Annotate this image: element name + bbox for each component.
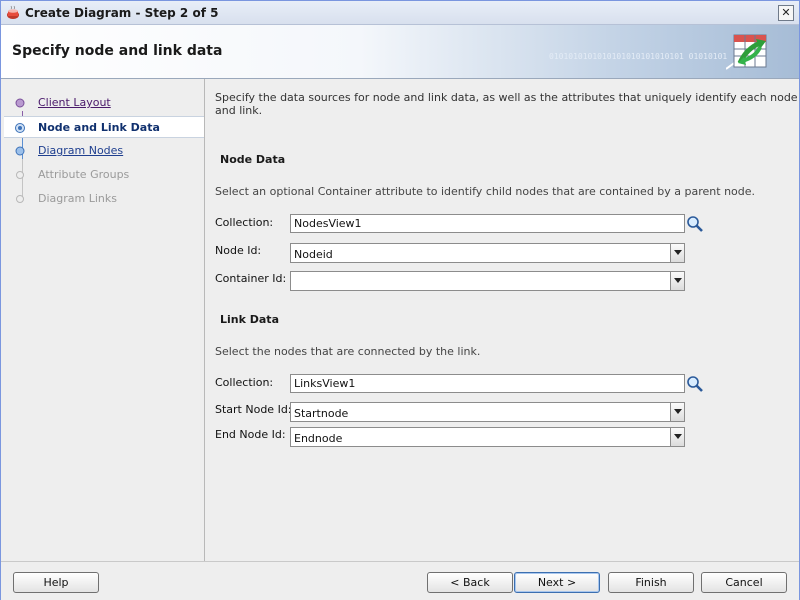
create-diagram-dialog: Create Diagram - Step 2 of 5 ✕ Specify n…: [0, 0, 800, 600]
chevron-down-icon: [674, 250, 682, 255]
link-collection-label: Collection:: [215, 376, 274, 389]
node-data-heading: Node Data: [220, 153, 286, 166]
header-decoration-binary: 0101010101010101010101010101 01010101: [549, 52, 728, 61]
next-button[interactable]: Next >: [514, 572, 600, 593]
node-id-select[interactable]: Nodeid: [290, 243, 685, 263]
start-node-id-select[interactable]: Startnode: [290, 402, 685, 422]
search-icon[interactable]: [686, 375, 704, 393]
start-node-id-value: Startnode: [294, 407, 349, 420]
title-bar[interactable]: Create Diagram - Step 2 of 5 ✕: [1, 1, 799, 25]
end-node-id-value: Endnode: [294, 432, 343, 445]
node-collection-field[interactable]: NodesView1: [290, 214, 685, 233]
wizard-steps-panel: Client Layout Node and Link Data Diagram…: [4, 79, 205, 561]
end-node-id-label: End Node Id:: [215, 428, 286, 441]
end-node-id-select[interactable]: Endnode: [290, 427, 685, 447]
search-icon[interactable]: [686, 215, 704, 233]
step-disabled-icon: [16, 195, 24, 203]
chevron-down-icon: [674, 434, 682, 439]
node-id-label: Node Id:: [215, 244, 262, 257]
end-node-dropdown-button[interactable]: [670, 428, 684, 446]
chevron-down-icon: [674, 409, 682, 414]
node-collection-label: Collection:: [215, 216, 274, 229]
step-label: Diagram Nodes: [38, 144, 124, 157]
cancel-button[interactable]: Cancel: [701, 572, 787, 593]
link-data-description: Select the nodes that are connected by t…: [215, 345, 481, 358]
help-button[interactable]: Help: [13, 572, 99, 593]
step-node-and-link-data[interactable]: Node and Link Data: [4, 116, 204, 138]
step-next-icon: [15, 146, 25, 156]
close-icon: ✕: [781, 6, 791, 19]
node-data-description: Select an optional Container attribute t…: [215, 185, 756, 198]
step-label: Diagram Links: [38, 192, 117, 205]
step-diagram-links: Diagram Links: [4, 188, 204, 210]
back-button[interactable]: < Back: [427, 572, 513, 593]
step-current-icon: [15, 123, 25, 133]
step-visited-icon: [15, 98, 25, 108]
window-title: Create Diagram - Step 2 of 5: [25, 6, 219, 20]
link-data-heading: Link Data: [220, 313, 279, 326]
step-label: Node and Link Data: [38, 121, 160, 134]
wizard-content: Specify the data sources for node and li…: [206, 79, 799, 561]
chevron-down-icon: [674, 278, 682, 283]
page-title: Specify node and link data: [12, 43, 223, 59]
start-node-id-label: Start Node Id:: [215, 403, 292, 416]
node-id-value: Nodeid: [294, 248, 333, 261]
intro-text: Specify the data sources for node and li…: [215, 91, 798, 117]
finish-button[interactable]: Finish: [608, 572, 694, 593]
container-id-label: Container Id:: [215, 272, 287, 285]
wizard-header: Specify node and link data 0101010101010…: [1, 25, 799, 79]
app-cup-icon: [7, 5, 19, 19]
step-client-layout[interactable]: Client Layout: [4, 92, 204, 114]
button-bar: Help < Back Next > Finish Cancel: [1, 561, 799, 600]
start-node-dropdown-button[interactable]: [670, 403, 684, 421]
close-button[interactable]: ✕: [778, 5, 794, 21]
step-attribute-groups: Attribute Groups: [4, 164, 204, 186]
link-collection-field[interactable]: LinksView1: [290, 374, 685, 393]
container-id-select[interactable]: [290, 271, 685, 291]
step-disabled-icon: [16, 171, 24, 179]
step-label: Client Layout: [38, 96, 111, 109]
step-diagram-nodes[interactable]: Diagram Nodes: [4, 140, 204, 162]
wizard-diagram-icon: [726, 34, 767, 70]
step-label: Attribute Groups: [38, 168, 130, 181]
node-id-dropdown-button[interactable]: [670, 244, 684, 262]
container-id-dropdown-button[interactable]: [670, 272, 684, 290]
